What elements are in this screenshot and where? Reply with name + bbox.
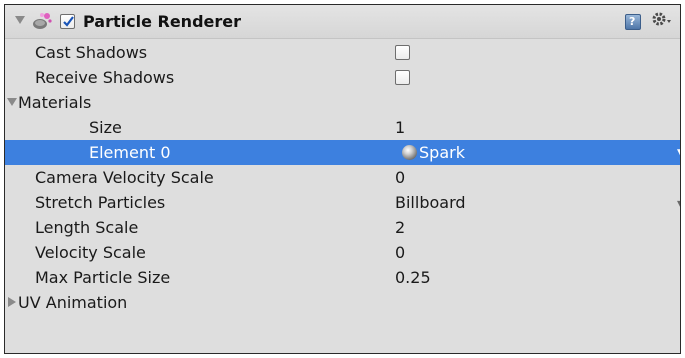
fold-arrow-icon[interactable] [15, 16, 25, 24]
materials-label: Materials [18, 93, 92, 112]
length-scale-field[interactable]: 2 [395, 218, 405, 237]
foldout-collapsed-icon[interactable] [8, 297, 16, 307]
max-particle-size-label: Max Particle Size [35, 268, 171, 287]
gear-icon[interactable] [651, 11, 673, 31]
stretch-particles-dropdown[interactable]: Billboard [395, 193, 466, 212]
velocity-scale-row: Velocity Scale 0 [5, 240, 680, 265]
foldout-expanded-icon[interactable] [7, 98, 17, 106]
component-header[interactable]: Particle Renderer ? [5, 5, 680, 39]
velocity-scale-label: Velocity Scale [35, 243, 146, 262]
element-0-label: Element 0 [89, 143, 171, 162]
component-title: Particle Renderer [83, 12, 242, 31]
receive-shadows-label: Receive Shadows [35, 68, 175, 87]
length-scale-label: Length Scale [35, 218, 139, 237]
velocity-scale-field[interactable]: 0 [395, 243, 405, 262]
materials-size-row: Size 1 [5, 115, 680, 140]
help-icon[interactable]: ? [625, 14, 641, 30]
stretch-particles-label: Stretch Particles [35, 193, 166, 212]
uv-animation-foldout[interactable]: UV Animation [5, 290, 680, 315]
receive-shadows-row: Receive Shadows [5, 65, 680, 90]
material-sphere-icon [402, 145, 417, 160]
max-particle-size-field[interactable]: 0.25 [395, 268, 431, 287]
object-picker-icon[interactable]: ▼ [677, 146, 680, 160]
materials-foldout[interactable]: Materials [5, 90, 680, 115]
cast-shadows-row: Cast Shadows [5, 40, 680, 65]
camera-velocity-scale-field[interactable]: 0 [395, 168, 405, 187]
length-scale-row: Length Scale 2 [5, 215, 680, 240]
component-enabled-checkbox[interactable] [60, 14, 75, 29]
receive-shadows-checkbox[interactable] [395, 70, 410, 85]
element-0-field[interactable]: Spark [419, 143, 465, 162]
cast-shadows-label: Cast Shadows [35, 43, 148, 62]
cast-shadows-checkbox[interactable] [395, 45, 410, 60]
camera-velocity-scale-row: Camera Velocity Scale 0 [5, 165, 680, 190]
element-0-row[interactable]: Element 0 Spark ▼ [5, 140, 680, 165]
size-field[interactable]: 1 [395, 118, 405, 137]
uv-animation-label: UV Animation [18, 293, 128, 312]
camera-velocity-scale-label: Camera Velocity Scale [35, 168, 214, 187]
size-label: Size [89, 118, 122, 137]
stretch-particles-row: Stretch Particles Billboard ▾ [5, 190, 680, 215]
inspector-panel: Particle Renderer ? Cast Shadows Receive… [4, 4, 681, 354]
particle-renderer-icon [31, 10, 53, 32]
max-particle-size-row: Max Particle Size 0.25 [5, 265, 680, 290]
dropdown-arrow-icon[interactable]: ▾ [677, 196, 680, 210]
